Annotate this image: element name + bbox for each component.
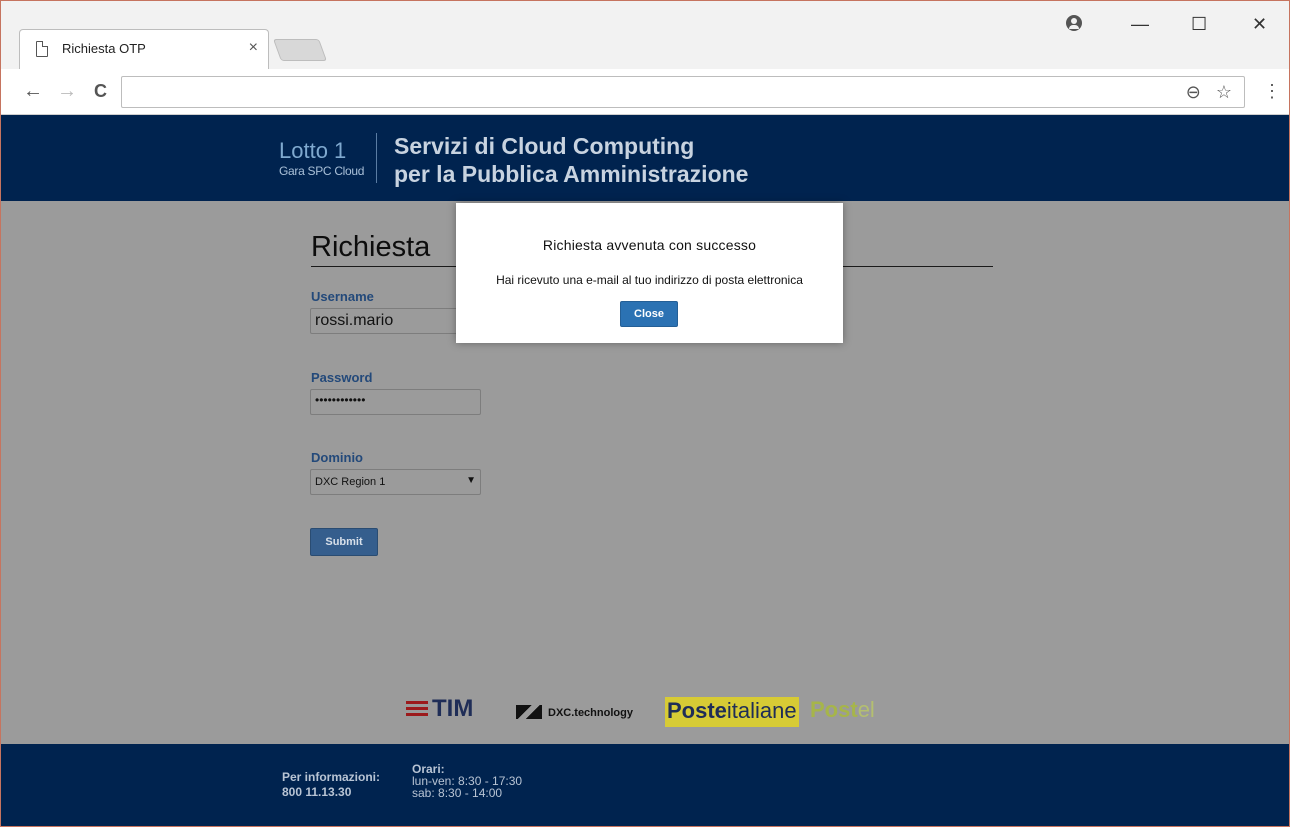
tim-logo: TIM bbox=[406, 695, 473, 725]
site-title-line1: Servizi di Cloud Computing bbox=[394, 133, 695, 159]
footer-hours: Orari: lun-ven: 8:30 - 17:30 sab: 8:30 -… bbox=[412, 763, 522, 799]
site-header: Lotto 1 Gara SPC Cloud Servizi di Cloud … bbox=[1, 115, 1289, 201]
maximize-button[interactable]: ☐ bbox=[1191, 13, 1207, 35]
browser-window: Richiesta OTP × — ☐ ✕ ← → C ⊖ ☆ ⋮ Lotto … bbox=[0, 0, 1290, 827]
browser-toolbar: ← → C ⊖ ☆ ⋮ bbox=[1, 69, 1289, 115]
bookmark-star-icon[interactable]: ☆ bbox=[1216, 82, 1232, 102]
poste-rest-text: italiane bbox=[726, 698, 797, 723]
info-phone: 800 11.13.30 bbox=[282, 785, 352, 799]
page-title: Richiesta bbox=[311, 231, 431, 263]
browser-menu-icon[interactable]: ⋮ bbox=[1263, 81, 1281, 102]
dxc-mark-icon bbox=[516, 705, 542, 719]
poste-bold-text: Poste bbox=[667, 698, 727, 723]
dropdown-arrow-icon: ▼ bbox=[466, 475, 476, 486]
password-field[interactable]: •••••••••••• bbox=[310, 389, 481, 415]
hours-saturday: sab: 8:30 - 14:00 bbox=[412, 786, 503, 800]
dialog-message: Hai ricevuto una e-mail al tuo indirizzo… bbox=[496, 273, 803, 287]
info-label: Per informazioni: bbox=[282, 770, 381, 784]
header-divider bbox=[376, 133, 377, 183]
success-dialog: Richiesta avvenuta con successo Hai rice… bbox=[456, 203, 843, 343]
back-button[interactable]: ← bbox=[23, 80, 43, 102]
zoom-icon[interactable]: ⊖ bbox=[1186, 82, 1201, 102]
reload-button[interactable]: C bbox=[94, 80, 107, 102]
footer-info: Per informazioni: 800 11.13.30 bbox=[282, 770, 380, 800]
page-viewport: Lotto 1 Gara SPC Cloud Servizi di Cloud … bbox=[1, 115, 1289, 826]
gara-label: Gara SPC Cloud bbox=[279, 164, 365, 178]
omnibox-icons: ⊖ ☆ bbox=[1186, 82, 1232, 103]
postel-bold-text: Post bbox=[810, 697, 858, 722]
close-window-button[interactable]: ✕ bbox=[1252, 13, 1267, 35]
dialog-title: Richiesta avvenuta con successo bbox=[542, 237, 757, 253]
site-footer: Per informazioni: 800 11.13.30 Orari: lu… bbox=[1, 744, 1289, 826]
dominio-label: Dominio bbox=[311, 450, 363, 465]
new-tab-button[interactable] bbox=[272, 39, 328, 61]
username-label: Username bbox=[311, 289, 374, 304]
poste-italiane-logo: Posteitaliane bbox=[665, 697, 799, 727]
page-icon bbox=[36, 41, 48, 57]
forward-button[interactable]: → bbox=[57, 80, 77, 102]
minimize-button[interactable]: — bbox=[1131, 13, 1149, 35]
tab-richiesta-otp[interactable]: Richiesta OTP × bbox=[19, 29, 269, 69]
tab-title: Richiesta OTP bbox=[62, 41, 146, 56]
dominio-select[interactable]: DXC Region 1 ▼ bbox=[310, 469, 481, 495]
site-title-line2: per la Pubblica Amministrazione bbox=[394, 161, 749, 187]
postel-logo: Postel bbox=[810, 697, 875, 727]
dominio-value: DXC Region 1 bbox=[315, 476, 386, 488]
close-button[interactable]: Close bbox=[620, 301, 678, 327]
tim-text: TIM bbox=[432, 695, 474, 722]
tim-mark-icon bbox=[406, 701, 428, 717]
tab-close-icon[interactable]: × bbox=[249, 39, 258, 57]
lotto-label: Lotto 1 bbox=[279, 138, 347, 163]
submit-button[interactable]: Submit bbox=[310, 528, 378, 556]
dxc-logo: DXC.technology bbox=[516, 705, 633, 735]
dxc-text: DXC.technology bbox=[548, 707, 633, 719]
title-bar: Richiesta OTP × — ☐ ✕ bbox=[1, 1, 1289, 69]
password-label: Password bbox=[311, 370, 373, 385]
profile-icon[interactable] bbox=[1066, 15, 1082, 31]
address-bar[interactable]: ⊖ ☆ bbox=[121, 76, 1245, 108]
postel-rest-text: el bbox=[857, 697, 875, 722]
